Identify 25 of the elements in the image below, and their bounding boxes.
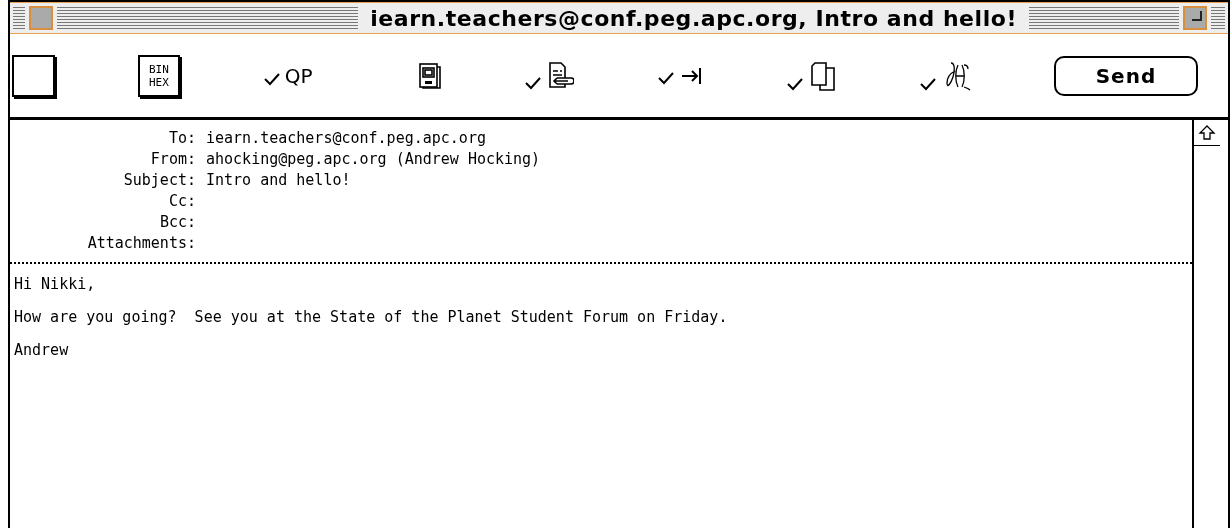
send-button[interactable]: Send (1053, 55, 1198, 96)
header-value[interactable]: Intro and hello! (206, 169, 351, 192)
title-stripes (1211, 7, 1225, 29)
blank-button[interactable] (12, 54, 55, 97)
header-label: Bcc: (158, 212, 197, 234)
header-label: To: (167, 128, 197, 150)
header-label: Cc: (167, 191, 197, 213)
signature-icon[interactable] (943, 60, 972, 91)
header-value[interactable]: iearn.teachers@conf.peg.apc.org (206, 127, 486, 150)
header-value[interactable]: ahocking@peg.apc.org (Andrew Hocking) (206, 148, 541, 171)
qp-toggle[interactable]: QP (284, 65, 313, 86)
message-line: Andrew (14, 340, 70, 361)
header-label: Attachments: (86, 233, 197, 255)
window-title: iearn.teachers@conf.peg.apc.org, Intro and hello! (369, 4, 1018, 33)
zoom-box[interactable] (1183, 6, 1207, 30)
header-label: From: (149, 149, 197, 171)
tab-arrow-icon[interactable] (681, 66, 704, 85)
message-line: Hi Nikki, (14, 274, 97, 295)
binhex-button[interactable]: BIN HEX (137, 54, 180, 97)
message-line: How are you going? See you at the State of the Planet Student Forum on Friday. (14, 307, 729, 328)
paste-document-icon[interactable] (548, 61, 575, 90)
header-label: Subject: (122, 170, 197, 192)
pages-icon[interactable] (810, 60, 837, 91)
document-icon[interactable] (419, 62, 442, 89)
title-stripes (13, 7, 25, 29)
